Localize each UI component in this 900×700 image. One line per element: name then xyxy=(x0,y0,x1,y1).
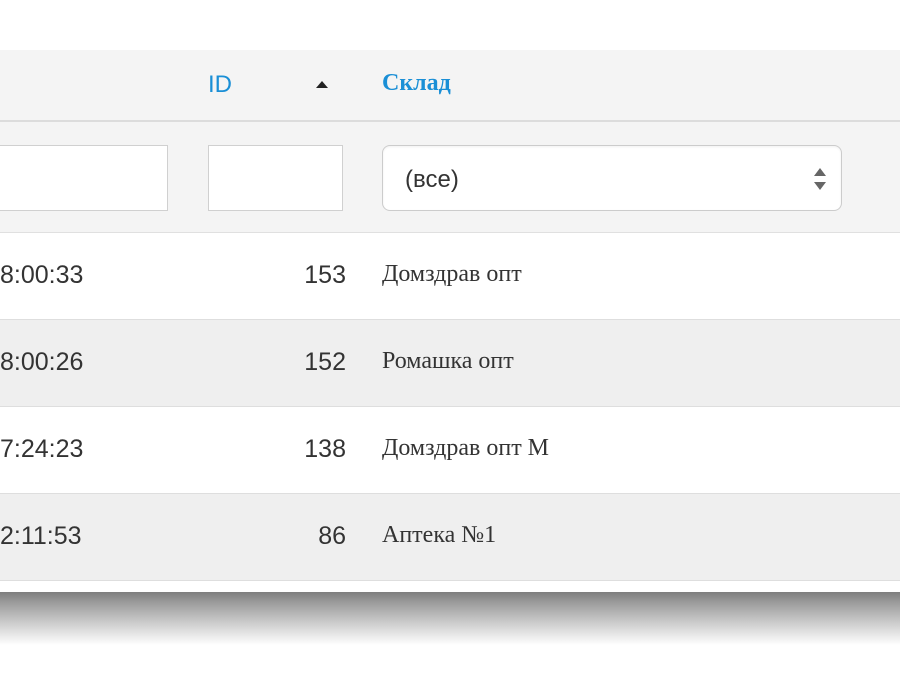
table-row[interactable]: 7:24:23 138 Домздрав опт М xyxy=(0,407,900,494)
data-table: ID Склад (все) 8:00:33 153 Домздрав опт … xyxy=(0,50,900,592)
time-cell: 8:00:33 xyxy=(0,261,84,289)
sklad-cell: Ромашка опт xyxy=(382,348,514,374)
sklad-cell: Домздрав опт М xyxy=(382,435,550,461)
table-row[interactable]: 8:00:33 153 Домздрав опт xyxy=(0,233,900,320)
filter-row: (все) xyxy=(0,122,900,233)
id-column-sort-link[interactable]: ID xyxy=(208,71,232,99)
table-row[interactable]: 8:00:26 152 Ромашка опт xyxy=(0,320,900,407)
select-arrows-icon xyxy=(813,166,827,194)
id-filter-input[interactable] xyxy=(208,145,343,211)
id-cell: 138 xyxy=(304,435,346,463)
date-filter-input[interactable] xyxy=(0,145,168,211)
table-header: ID Склад xyxy=(0,50,900,122)
panel-shadow xyxy=(0,585,900,645)
id-cell: 153 xyxy=(304,261,346,289)
time-cell: 8:00:26 xyxy=(0,348,84,376)
sklad-column-sort-link[interactable]: Склад xyxy=(382,70,451,97)
sklad-filter-value: (все) xyxy=(405,166,459,193)
time-cell: 7:24:23 xyxy=(0,435,84,463)
sklad-cell: Домздрав опт xyxy=(382,261,522,287)
id-cell: 86 xyxy=(318,522,346,550)
sort-ascending-icon[interactable] xyxy=(316,81,328,88)
sklad-filter-select[interactable]: (все) xyxy=(382,145,842,211)
table-row[interactable]: 2:11:53 86 Аптека №1 xyxy=(0,494,900,581)
time-cell: 2:11:53 xyxy=(0,522,82,550)
id-cell: 152 xyxy=(304,348,346,376)
sklad-cell: Аптека №1 xyxy=(382,522,497,548)
table-body: 8:00:33 153 Домздрав опт 8:00:26 152 Ром… xyxy=(0,233,900,581)
